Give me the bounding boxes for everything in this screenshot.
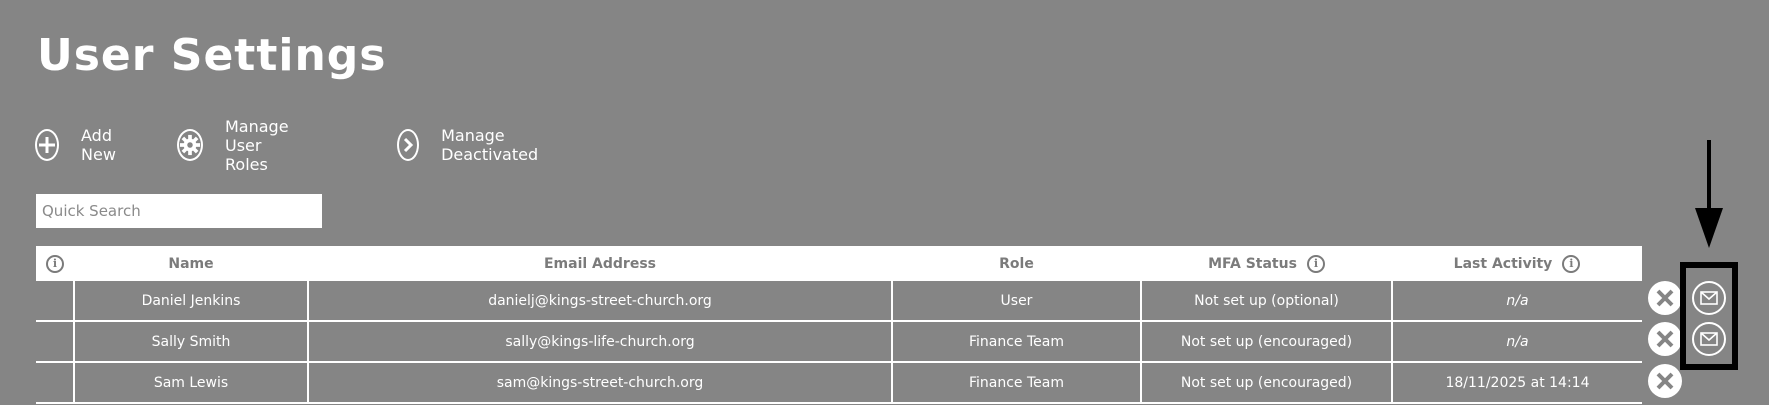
users-table: i Name Email Address Role MFA Status i La… bbox=[36, 246, 1642, 404]
info-icon[interactable]: i bbox=[1562, 254, 1581, 273]
cell-name: Daniel Jenkins bbox=[73, 281, 309, 322]
table-header-row: i Name Email Address Role MFA Status i La… bbox=[36, 246, 1642, 281]
deactivate-user-button[interactable] bbox=[1648, 322, 1682, 356]
cell-role: Finance Team bbox=[891, 321, 1142, 363]
info-icon[interactable]: i bbox=[1306, 254, 1325, 273]
column-email[interactable]: Email Address bbox=[308, 246, 892, 281]
table-row[interactable]: Daniel Jenkins danielj@kings-street-chur… bbox=[36, 281, 1642, 322]
deactivate-user-button[interactable] bbox=[1648, 364, 1682, 398]
cell-email: sally@kings-life-church.org bbox=[307, 321, 893, 363]
column-last-activity[interactable]: Last Activity i bbox=[1392, 246, 1642, 281]
column-name[interactable]: Name bbox=[74, 246, 308, 281]
cell-email: danielj@kings-street-church.org bbox=[307, 281, 893, 322]
cell-email: sam@kings-street-church.org bbox=[307, 362, 893, 404]
column-info: i bbox=[36, 246, 74, 281]
add-new-button[interactable]: Add New bbox=[35, 126, 124, 164]
row-selector[interactable] bbox=[36, 321, 75, 363]
table-row[interactable]: Sally Smith sally@kings-life-church.org … bbox=[36, 321, 1642, 363]
cell-name: Sam Lewis bbox=[73, 362, 309, 404]
row-selector[interactable] bbox=[36, 281, 75, 322]
deactivate-user-button[interactable] bbox=[1648, 281, 1682, 315]
table-row[interactable]: Sam Lewis sam@kings-street-church.org Fi… bbox=[36, 362, 1642, 404]
cell-last-activity: 18/11/2025 at 14:14 bbox=[1391, 362, 1642, 404]
add-new-label: Add New bbox=[81, 126, 116, 164]
manage-deactivated-button[interactable]: Manage Deactivated bbox=[397, 126, 548, 164]
gear-icon bbox=[177, 129, 203, 161]
cell-role: Finance Team bbox=[891, 362, 1142, 404]
close-icon bbox=[1656, 372, 1674, 390]
column-mfa-status[interactable]: MFA Status i bbox=[1141, 246, 1392, 281]
close-icon bbox=[1656, 330, 1674, 348]
manage-deactivated-label: Manage Deactivated bbox=[441, 126, 539, 164]
quick-search-input[interactable] bbox=[36, 194, 322, 228]
manage-user-roles-label: Manage User Roles bbox=[225, 116, 289, 174]
cell-mfa-status: Not set up (encouraged) bbox=[1140, 362, 1393, 404]
cell-role: User bbox=[891, 281, 1142, 322]
chevron-right-circle-icon bbox=[397, 129, 420, 161]
plus-circle-icon bbox=[35, 129, 59, 161]
cell-last-activity: n/a bbox=[1391, 321, 1642, 363]
cell-name: Sally Smith bbox=[73, 321, 309, 363]
row-selector[interactable] bbox=[36, 362, 75, 404]
arrow-down-icon bbox=[1695, 140, 1723, 248]
cell-mfa-status: Not set up (encouraged) bbox=[1140, 321, 1393, 363]
highlight-box bbox=[1680, 262, 1738, 370]
info-icon[interactable]: i bbox=[46, 254, 64, 273]
page-title: User Settings bbox=[37, 30, 387, 81]
column-role[interactable]: Role bbox=[892, 246, 1141, 281]
manage-user-roles-button[interactable]: Manage User Roles bbox=[177, 117, 295, 174]
cell-mfa-status: Not set up (optional) bbox=[1140, 281, 1393, 322]
cell-last-activity: n/a bbox=[1391, 281, 1642, 322]
close-icon bbox=[1656, 289, 1674, 307]
